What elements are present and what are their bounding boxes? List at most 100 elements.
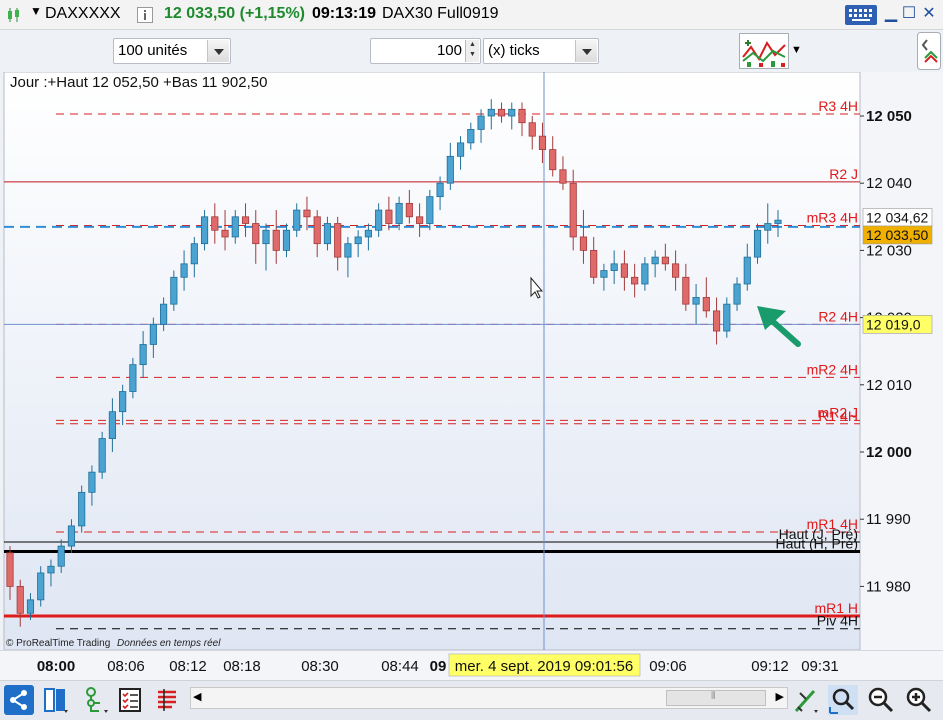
candle-body: [323, 223, 332, 245]
spinner-icon[interactable]: ▲ ▼: [465, 40, 479, 62]
checklist-icon[interactable]: [116, 685, 146, 715]
candle-body: [672, 263, 680, 278]
candle-body: [579, 236, 588, 251]
ticks-select-value: (x) ticks: [488, 42, 540, 59]
candle-body: [231, 216, 239, 238]
grip-icon: ⦀: [711, 691, 716, 702]
candle-body: [753, 229, 762, 258]
candle-body: [385, 209, 393, 224]
minimize-button[interactable]: ▁: [881, 3, 901, 25]
list-edit-icon[interactable]: [154, 685, 184, 715]
symbol-name[interactable]: DAXXXXX: [45, 5, 121, 23]
price-label-last: 12 034,62: [866, 209, 928, 225]
y-tick-label: 12 010: [866, 377, 912, 394]
scroll-thumb[interactable]: ⦀: [666, 690, 766, 706]
level-label: R3 4H: [818, 98, 858, 114]
indicator-menu-arrow[interactable]: ▼: [791, 44, 802, 56]
y-tick-label: 12 040: [866, 175, 912, 192]
indicator-chart-icon[interactable]: [739, 33, 789, 69]
chevron-down-icon[interactable]: [575, 40, 597, 62]
x-tick-label: 08:12: [169, 658, 207, 675]
keyboard-icon[interactable]: [845, 5, 877, 25]
x-tick-label: 09:12: [751, 658, 789, 675]
candle-body: [538, 135, 547, 151]
crosshair-time-label: mer. 4 sept. 2019 09:01:56: [455, 658, 633, 675]
candle-body: [170, 276, 178, 305]
close-button[interactable]: ✕: [919, 3, 939, 25]
y-tick-label: 11 990: [866, 511, 911, 528]
candle-body: [518, 108, 526, 124]
zoom-fit-icon[interactable]: [828, 685, 858, 715]
candlestick-icon: [8, 8, 19, 22]
quote-time: 09:13:19: [312, 5, 377, 22]
candle-body: [272, 229, 280, 251]
layout-icon[interactable]: [42, 685, 72, 715]
price-chart[interactable]: 12 05012 04012 03012 02012 01012 00011 9…: [0, 72, 943, 650]
candle-body: [200, 216, 209, 245]
chart-info-text: Jour :+Haut 12 052,50 +Bas 11 902,50: [10, 74, 268, 91]
candle-body: [375, 209, 383, 231]
x-tick-label: 08:18: [223, 658, 261, 675]
tree-icon[interactable]: [82, 685, 112, 715]
order-toolbar: 100 unités 100 ▲ ▼ (x) ticks ▼: [0, 30, 943, 72]
candle-body: [293, 209, 301, 231]
zoom-out-icon[interactable]: [866, 685, 896, 715]
candle-body: [600, 270, 608, 278]
candle-body: [405, 202, 413, 218]
info-icon[interactable]: [137, 7, 153, 23]
candle-body: [426, 196, 434, 224]
chevron-down-icon[interactable]: [207, 40, 229, 62]
level-label: Piv 4H: [817, 613, 858, 629]
candle-body: [129, 364, 137, 392]
candle-body: [180, 263, 188, 278]
candle-body: [692, 297, 700, 305]
candle-body: [508, 108, 516, 117]
candle-body: [252, 223, 260, 245]
symbol-dropdown-arrow[interactable]: ▼: [30, 4, 42, 18]
units-select[interactable]: 100 unités: [113, 38, 231, 64]
price-axis[interactable]: [860, 72, 943, 650]
y-tick-label: 12 030: [866, 242, 912, 259]
candle-body: [764, 223, 772, 231]
candle-body: [559, 169, 567, 184]
candle-body: [661, 256, 669, 265]
chart-svg[interactable]: 12 05012 04012 03012 02012 01012 00011 9…: [0, 72, 943, 650]
instrument-name: DAX30 Full0919: [382, 5, 499, 22]
candle-body: [6, 552, 14, 587]
time-axis[interactable]: 08:00 08:06 08:12 08:18 08:30 08:44 09 09:06 09:…: [0, 649, 943, 680]
candle-body: [139, 344, 147, 366]
maximize-button[interactable]: ☐: [899, 3, 919, 25]
share-icon[interactable]: [4, 685, 34, 715]
draw-tools-icon[interactable]: [792, 685, 822, 715]
x-tick-label: 08:00: [37, 658, 75, 675]
candle-body: [98, 438, 106, 473]
bottom-toolbar: ◀ ⦀ ▶: [0, 680, 943, 720]
ticks-select[interactable]: (x) ticks: [483, 38, 599, 64]
candle-body: [456, 142, 465, 157]
candle-body: [303, 209, 311, 218]
scroll-right-icon[interactable]: ▶: [776, 690, 784, 703]
sidebar-toggle-icon[interactable]: [917, 32, 941, 70]
price-label-cursor: 12 019,0: [866, 316, 921, 332]
candle-body: [610, 263, 618, 271]
copyright: © ProRealTime Trading: [6, 638, 111, 649]
candle-body: [47, 565, 55, 574]
copyright-text: © ProRealTime Trading Données en temps r…: [6, 638, 220, 649]
candle-body: [190, 243, 198, 265]
scroll-left-icon[interactable]: ◀: [193, 690, 201, 703]
price-label-current: 12 033,50: [866, 227, 928, 243]
level-label: Haut (H, Pré): [776, 535, 858, 551]
level-label: R1 4H: [818, 408, 858, 424]
candle-body: [88, 471, 96, 493]
candle-body: [743, 256, 751, 285]
zoom-in-icon[interactable]: [904, 685, 934, 715]
x-tick-label: 09: [430, 658, 447, 675]
candle-body: [436, 182, 444, 198]
x-tick-label: 08:44: [381, 658, 419, 675]
candle-body: [16, 586, 24, 614]
ticks-value-input[interactable]: 100 ▲ ▼: [370, 38, 481, 64]
candle-body: [569, 182, 577, 238]
time-scrollbar[interactable]: ◀ ⦀ ▶: [190, 687, 788, 709]
level-label: R2 4H: [818, 308, 858, 324]
candle-body: [641, 263, 649, 285]
